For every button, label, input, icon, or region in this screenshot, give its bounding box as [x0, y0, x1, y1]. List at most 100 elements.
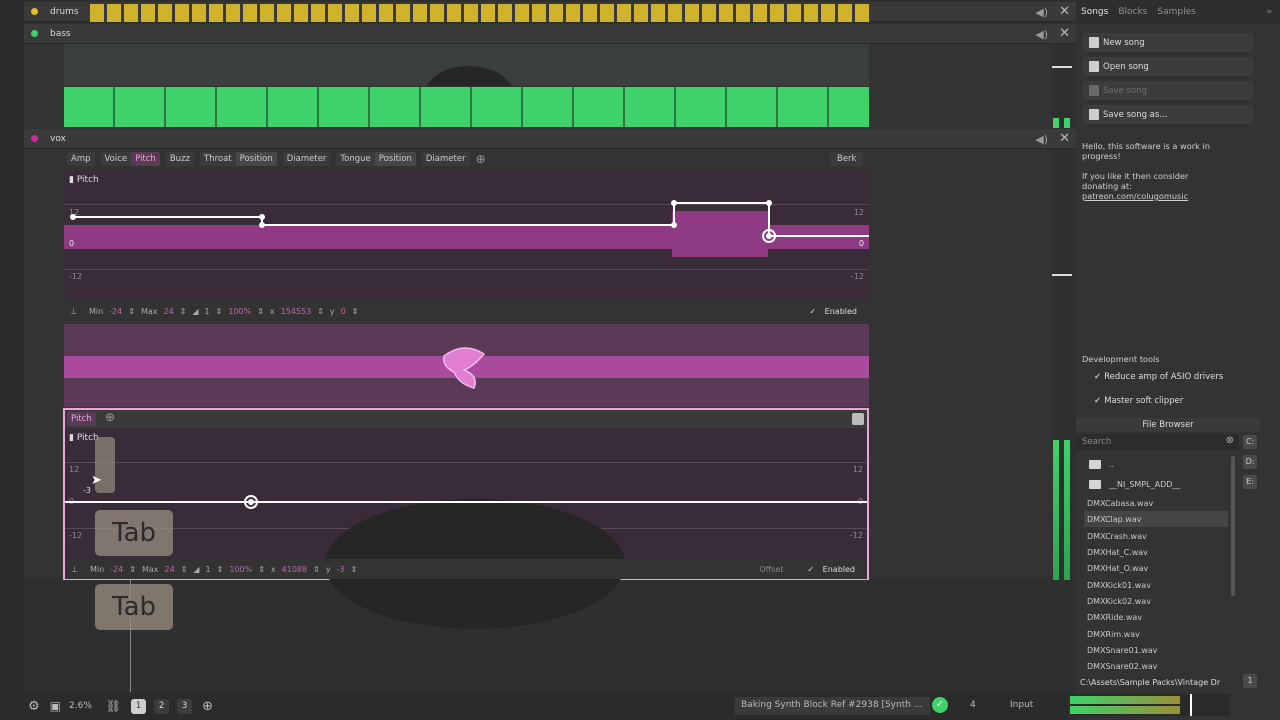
workspace-button-1[interactable]: 1: [131, 698, 147, 714]
tab-tongue[interactable]: Tongue: [336, 152, 374, 166]
spin-icon[interactable]: ⇕: [317, 307, 324, 316]
snap-icon[interactable]: ⊥: [70, 307, 77, 316]
preset-button[interactable]: Berk: [830, 152, 864, 166]
clear-search-icon[interactable]: ⊗: [1226, 435, 1234, 446]
new-song-button[interactable]: New song: [1083, 33, 1253, 52]
spin-icon[interactable]: ⇕: [352, 307, 359, 316]
spin-icon[interactable]: ⇕: [216, 307, 223, 316]
reduce-amp-checkbox[interactable]: ✓ Reduce amp of ASIO drivers: [1094, 372, 1223, 382]
tab-throat-diameter[interactable]: Diameter: [282, 152, 331, 166]
x-label: x: [269, 306, 275, 316]
spin-icon[interactable]: ⇕: [217, 565, 224, 574]
drive-e-button[interactable]: E:: [1243, 475, 1257, 489]
snap-icon[interactable]: ⊥: [71, 565, 78, 574]
tab-pitch[interactable]: Pitch: [131, 152, 160, 166]
min-value[interactable]: -24: [110, 565, 123, 574]
input-label[interactable]: Input: [1010, 700, 1033, 710]
patreon-link[interactable]: patreon.com/colugomusic: [1082, 191, 1210, 201]
link-icon[interactable]: ⛓: [106, 699, 121, 713]
folder-row[interactable]: ..: [1084, 456, 1228, 472]
amount-value[interactable]: 1: [205, 307, 210, 316]
track-header-vox[interactable]: vox ◀) ✕: [24, 129, 1076, 149]
tab-tongue-diameter[interactable]: Diameter: [421, 152, 470, 166]
max-value[interactable]: 24: [165, 565, 175, 574]
file-row[interactable]: DMXHat_C.wav: [1084, 544, 1228, 560]
spin-icon[interactable]: ⇕: [258, 565, 265, 574]
spin-icon[interactable]: ⇕: [181, 565, 188, 574]
search-input[interactable]: Search ⊗: [1076, 434, 1238, 450]
track-header-bass[interactable]: bass ◀) ✕: [24, 24, 1076, 44]
cpu-icon[interactable]: ▣: [50, 699, 61, 713]
mute-icon[interactable]: ◀): [1035, 28, 1048, 41]
file-row[interactable]: DMXKick02.wav: [1084, 593, 1228, 609]
envelope-curve[interactable]: [64, 171, 869, 300]
spin-icon[interactable]: ⇕: [180, 307, 187, 316]
file-row-selected[interactable]: DMXClap.wav: [1084, 511, 1228, 527]
min-value[interactable]: -24: [109, 307, 122, 316]
y-value[interactable]: 0: [341, 307, 346, 316]
collapse-icon[interactable]: »: [1266, 7, 1272, 17]
soft-clipper-checkbox[interactable]: ✓ Master soft clipper: [1094, 396, 1183, 406]
tab-buzz[interactable]: Buzz: [165, 152, 194, 166]
open-song-button[interactable]: Open song: [1083, 57, 1253, 76]
file-row[interactable]: DMXSnare01.wav: [1084, 642, 1228, 658]
file-row[interactable]: DMXCrash.wav: [1084, 528, 1228, 544]
close-icon[interactable]: ✕: [1059, 26, 1070, 41]
workspace-button-3[interactable]: 3: [177, 698, 193, 714]
enabled-checkbox[interactable]: ✓ Enabled: [807, 565, 855, 574]
spin-icon[interactable]: ⇕: [313, 565, 320, 574]
folder-icon: [1089, 479, 1101, 489]
tab-throat-position[interactable]: Position: [235, 152, 277, 166]
enabled-checkbox[interactable]: ✓ Enabled: [809, 307, 857, 316]
stop-icon[interactable]: [852, 413, 864, 425]
mute-icon[interactable]: ◀): [1035, 133, 1048, 146]
bass-marker: [1052, 66, 1072, 68]
x-value[interactable]: 154553: [281, 307, 312, 316]
file-list-scrollbar[interactable]: [1231, 456, 1235, 596]
vox-envelope-panel[interactable]: ▮ Pitch 12 12 0 0 -12 -12: [64, 171, 869, 300]
gear-icon[interactable]: ⚙: [28, 699, 40, 714]
y-value[interactable]: -3: [337, 565, 345, 574]
tab-voice[interactable]: Voice: [101, 152, 132, 166]
file-row[interactable]: DMXKick01.wav: [1084, 577, 1228, 593]
percent-value[interactable]: 100%: [228, 307, 251, 316]
add-workspace-icon[interactable]: ⊕: [202, 699, 213, 714]
tab-samples[interactable]: Samples: [1152, 7, 1200, 17]
workspace-button-2[interactable]: 2: [154, 698, 170, 714]
folder-row[interactable]: __NI_SMPL_ADD__: [1084, 476, 1228, 492]
save-song-button[interactable]: Save song: [1083, 81, 1253, 100]
file-row[interactable]: DMXCabasa.wav: [1084, 495, 1228, 511]
spin-icon[interactable]: ⇕: [351, 565, 358, 574]
amount-value[interactable]: 1: [206, 565, 211, 574]
drive-d-button[interactable]: D:: [1243, 455, 1257, 469]
tab-songs[interactable]: Songs: [1076, 7, 1113, 17]
drive-c-button[interactable]: C:: [1243, 435, 1257, 449]
file-row[interactable]: DMXRide.wav: [1084, 609, 1228, 625]
tab-throat[interactable]: Throat: [200, 152, 236, 166]
drums-blocks[interactable]: [90, 4, 870, 22]
offset-label[interactable]: Offset: [759, 565, 783, 574]
add-tab-icon[interactable]: ⊕: [105, 410, 115, 424]
max-value[interactable]: 24: [164, 307, 174, 316]
tab-pitch[interactable]: Pitch: [67, 412, 96, 426]
x-value[interactable]: 41088: [282, 565, 307, 574]
tab-amp[interactable]: Amp: [67, 152, 95, 166]
spin-icon[interactable]: ⇕: [257, 307, 264, 316]
add-tab-icon[interactable]: ⊕: [476, 152, 486, 166]
close-icon[interactable]: ✕: [1059, 131, 1070, 146]
spin-icon[interactable]: ⇕: [129, 565, 136, 574]
file-row[interactable]: DMXSnare02.wav: [1084, 658, 1228, 674]
bass-blocks[interactable]: [64, 87, 869, 127]
page-indicator[interactable]: 1: [1243, 674, 1257, 688]
tab-tongue-position[interactable]: Position: [374, 152, 416, 166]
file-row[interactable]: DMXRim.wav: [1084, 626, 1228, 642]
percent-value[interactable]: 100%: [229, 565, 252, 574]
spin-icon[interactable]: ⇕: [128, 307, 135, 316]
mute-icon[interactable]: ◀): [1035, 6, 1048, 19]
envelope-curve[interactable]: [65, 429, 867, 559]
file-row[interactable]: DMXHat_O.wav: [1084, 560, 1228, 576]
close-icon[interactable]: ✕: [1059, 4, 1070, 19]
block-envelope-panel[interactable]: ▮ Pitch 12 12 0 0 -12 -12 -3 ➤: [65, 429, 867, 629]
save-song-as-button[interactable]: Save song as...: [1083, 105, 1253, 124]
tab-blocks[interactable]: Blocks: [1113, 7, 1152, 17]
